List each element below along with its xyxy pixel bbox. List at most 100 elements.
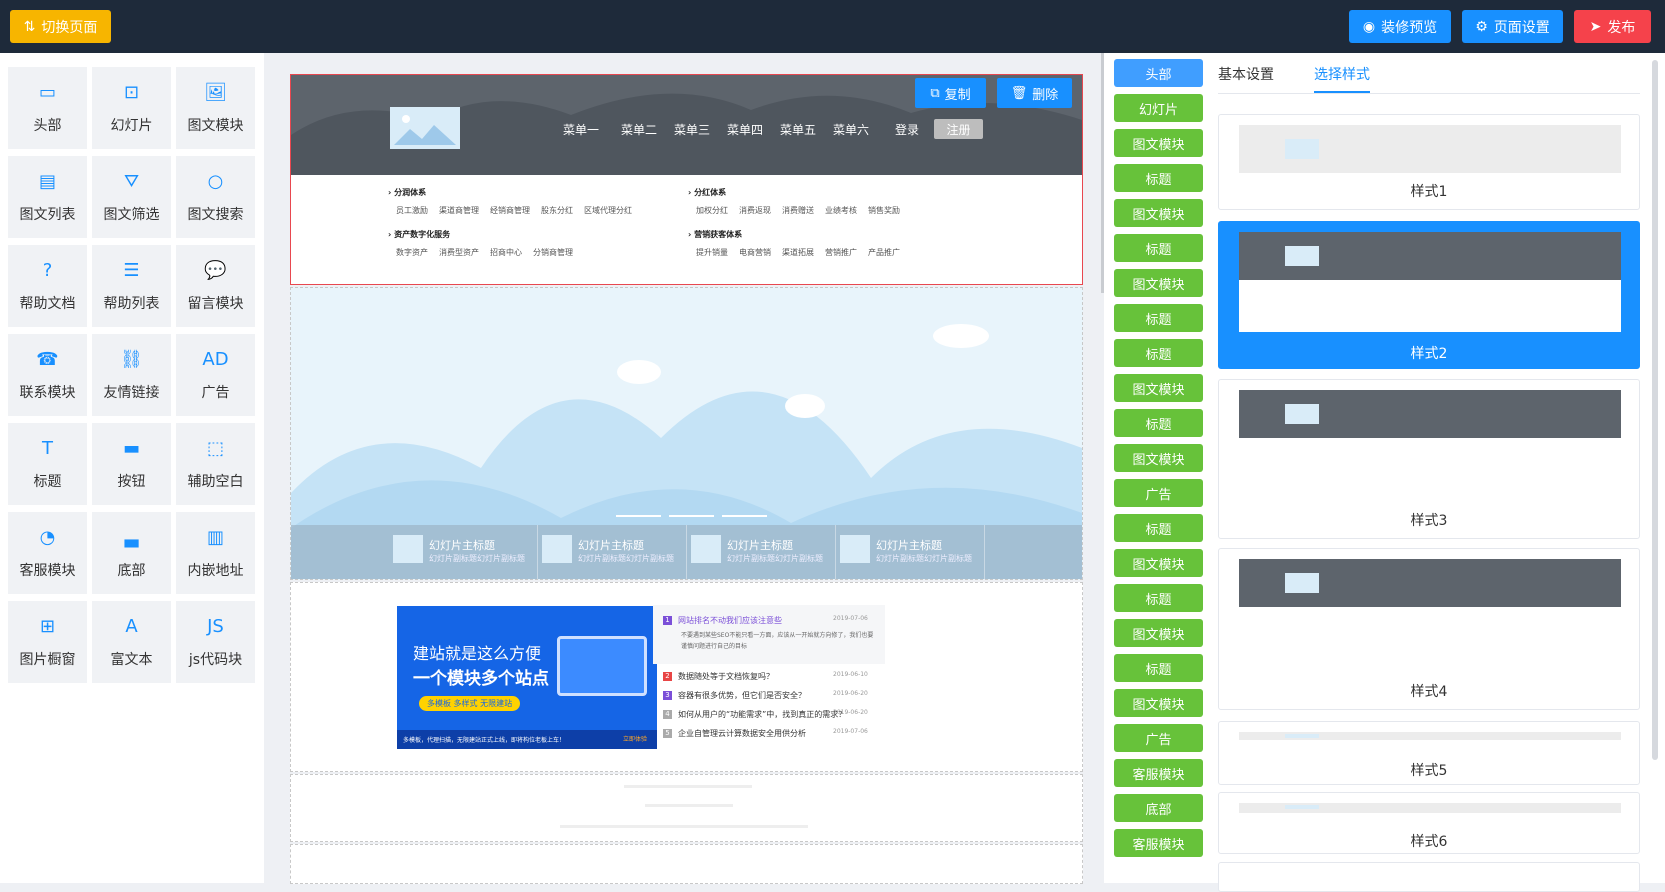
slide-thumbnail[interactable]: 幻灯片主标题 幻灯片副标题幻灯片副标题 xyxy=(836,525,985,579)
switch-page-button[interactable]: ⇅ 切换页面 xyxy=(10,10,111,43)
title-block[interactable] xyxy=(290,774,1083,842)
dropdown-item[interactable]: 区域代理分红 xyxy=(584,205,632,216)
news-item[interactable]: 1 网站排名不动我们应该注意些 xyxy=(663,615,782,626)
header-menu-item[interactable]: 菜单六 xyxy=(833,121,869,138)
module-js-code[interactable]: JS js代码块 xyxy=(176,601,255,683)
slide-thumbnail[interactable]: 幻灯片主标题 幻灯片副标题幻灯片副标题 xyxy=(538,525,687,579)
banner-foot-button[interactable]: 立即体验 xyxy=(623,734,647,743)
module-rich-text[interactable]: A 富文本 xyxy=(92,601,171,683)
module-order-chip[interactable]: 图文模块 xyxy=(1114,199,1203,227)
dropdown-item[interactable]: 加权分红 xyxy=(696,205,728,216)
style-scrollbar[interactable] xyxy=(1652,60,1658,760)
dropdown-item[interactable]: 数字资产 xyxy=(396,247,428,258)
module-gallery[interactable]: ⊞ 图片橱窗 xyxy=(8,601,87,683)
module-order-chip[interactable]: 头部 xyxy=(1114,59,1203,87)
style-card-4[interactable]: 样式4 xyxy=(1218,548,1640,710)
module-order-chip[interactable]: 幻灯片 xyxy=(1114,94,1203,122)
module-order-chip[interactable]: 广告 xyxy=(1114,479,1203,507)
news-item[interactable]: 4 如何从用户的“功能需求”中，找到真正的需求？ xyxy=(663,709,846,720)
dropdown-item[interactable]: 产品推广 xyxy=(868,247,900,258)
slideshow-block[interactable]: 幻灯片主标题 幻灯片副标题幻灯片副标题 幻灯片主标题 幻灯片副标题幻灯片副标题 幻灯片主… xyxy=(290,287,1083,580)
dropdown-item[interactable]: 营销推广 xyxy=(825,247,857,258)
style-card-2[interactable]: 样式2 xyxy=(1218,221,1640,369)
module-order-chip[interactable]: 标题 xyxy=(1114,514,1203,542)
module-filter[interactable]: ⛛ 图文筛选 xyxy=(92,156,171,238)
header-menu-item[interactable]: 菜单二 xyxy=(621,121,657,138)
module-order-chip[interactable]: 图文模块 xyxy=(1114,549,1203,577)
module-order-chip[interactable]: 标题 xyxy=(1114,654,1203,682)
module-help-doc[interactable]: ? 帮助文档 xyxy=(8,245,87,327)
module-blank[interactable]: ⬚ 辅助空白 xyxy=(176,423,255,505)
style-card-5[interactable]: 样式5 xyxy=(1218,721,1640,785)
module-embed[interactable]: ▥ 内嵌地址 xyxy=(176,512,255,594)
style-card-1[interactable]: 样式1 xyxy=(1218,114,1640,210)
publish-button[interactable]: ➤ 发布 xyxy=(1574,10,1651,43)
module-order-chip[interactable]: 图文模块 xyxy=(1114,374,1203,402)
module-ad[interactable]: AD 广告 xyxy=(176,334,255,416)
module-order-chip[interactable]: 标题 xyxy=(1114,304,1203,332)
dropdown-item[interactable]: 销售奖励 xyxy=(868,205,900,216)
dropdown-item[interactable]: 招商中心 xyxy=(490,247,522,258)
page-settings-button[interactable]: ⚙ 页面设置 xyxy=(1462,10,1563,43)
module-button[interactable]: ▬ 按钮 xyxy=(92,423,171,505)
module-slideshow[interactable]: ⊡ 幻灯片 xyxy=(92,67,171,149)
slide-thumbnail[interactable]: 幻灯片主标题 幻灯片副标题幻灯片副标题 xyxy=(687,525,836,579)
module-help-list[interactable]: ☰ 帮助列表 xyxy=(92,245,171,327)
tab-basic-settings[interactable]: 基本设置 xyxy=(1218,64,1274,84)
module-image-text[interactable]: 🖼 图文模块 xyxy=(176,67,255,149)
module-search[interactable]: ○ 图文搜索 xyxy=(176,156,255,238)
dropdown-item[interactable]: 渠道商管理 xyxy=(439,205,479,216)
dropdown-item[interactable]: 股东分红 xyxy=(541,205,573,216)
module-message[interactable]: 💬 留言模块 xyxy=(176,245,255,327)
dropdown-item[interactable]: 分销商管理 xyxy=(533,247,573,258)
dropdown-item[interactable]: 消费返现 xyxy=(739,205,771,216)
module-order-chip[interactable]: 底部 xyxy=(1114,794,1203,822)
header-menu-item[interactable]: 菜单一 xyxy=(563,121,599,138)
module-link[interactable]: ⛓ 友情链接 xyxy=(92,334,171,416)
delete-button[interactable]: 🗑 删除 xyxy=(997,78,1072,108)
module-order-chip[interactable]: 客服模块 xyxy=(1114,829,1203,857)
decoration-preview-button[interactable]: ◉ 装修预览 xyxy=(1349,10,1451,43)
module-footer[interactable]: ▃ 底部 xyxy=(92,512,171,594)
module-order-chip[interactable]: 标题 xyxy=(1114,409,1203,437)
header-block[interactable]: 登录 注册 ⧉ 复制 🗑 删除 菜单一 菜单二 菜单三 菜单四 菜单五 菜单六 › 分润体系… xyxy=(290,74,1083,285)
dropdown-item[interactable]: 员工激励 xyxy=(396,205,428,216)
dropdown-item[interactable]: 经销商管理 xyxy=(490,205,530,216)
dropdown-item[interactable]: 业绩考核 xyxy=(825,205,857,216)
image-text-block[interactable]: 建站就是这么方便 一个模块多个站点 多模板 多样式 无限建站 多模板，代理扫描，… xyxy=(290,582,1083,772)
next-block[interactable] xyxy=(290,844,1083,884)
module-order-chip[interactable]: 标题 xyxy=(1114,339,1203,367)
module-title[interactable]: T 标题 xyxy=(8,423,87,505)
login-link[interactable]: 登录 xyxy=(895,121,919,138)
slide-thumbnail[interactable]: 幻灯片主标题 幻灯片副标题幻灯片副标题 xyxy=(389,525,538,579)
style-card-7[interactable] xyxy=(1218,862,1640,892)
style-card-6[interactable]: 样式6 xyxy=(1218,792,1640,854)
tab-select-style[interactable]: 选择样式 xyxy=(1314,64,1370,84)
copy-button[interactable]: ⧉ 复制 xyxy=(915,78,986,108)
news-item[interactable]: 5 企业自管理云计算数据安全用供分析 xyxy=(663,728,806,739)
dropdown-item[interactable]: 提升销量 xyxy=(696,247,728,258)
header-menu-item[interactable]: 菜单四 xyxy=(727,121,763,138)
dropdown-item[interactable]: 电商营销 xyxy=(739,247,771,258)
module-order-chip[interactable]: 标题 xyxy=(1114,234,1203,262)
header-menu-item[interactable]: 菜单三 xyxy=(674,121,710,138)
module-image-list[interactable]: ▤ 图文列表 xyxy=(8,156,87,238)
module-header[interactable]: ▭ 头部 xyxy=(8,67,87,149)
dropdown-item[interactable]: 渠道拓展 xyxy=(782,247,814,258)
module-contact[interactable]: ☎ 联系模块 xyxy=(8,334,87,416)
module-order-chip[interactable]: 客服模块 xyxy=(1114,759,1203,787)
header-menu-item[interactable]: 菜单五 xyxy=(780,121,816,138)
module-order-chip[interactable]: 图文模块 xyxy=(1114,129,1203,157)
dropdown-item[interactable]: 消费型资产 xyxy=(439,247,479,258)
style-card-3[interactable]: 样式3 xyxy=(1218,379,1640,539)
module-order-chip[interactable]: 标题 xyxy=(1114,584,1203,612)
module-service[interactable]: ◔ 客服模块 xyxy=(8,512,87,594)
module-order-chip[interactable]: 图文模块 xyxy=(1114,619,1203,647)
module-order-chip[interactable]: 图文模块 xyxy=(1114,444,1203,472)
news-item[interactable]: 2 数据随处等于文档恢复吗？ xyxy=(663,671,774,682)
module-order-chip[interactable]: 广告 xyxy=(1114,724,1203,752)
module-order-chip[interactable]: 图文模块 xyxy=(1114,269,1203,297)
register-button[interactable]: 注册 xyxy=(934,119,983,139)
news-item[interactable]: 3 容器有很多优势，但它们是否安全？ xyxy=(663,690,806,701)
module-order-chip[interactable]: 图文模块 xyxy=(1114,689,1203,717)
